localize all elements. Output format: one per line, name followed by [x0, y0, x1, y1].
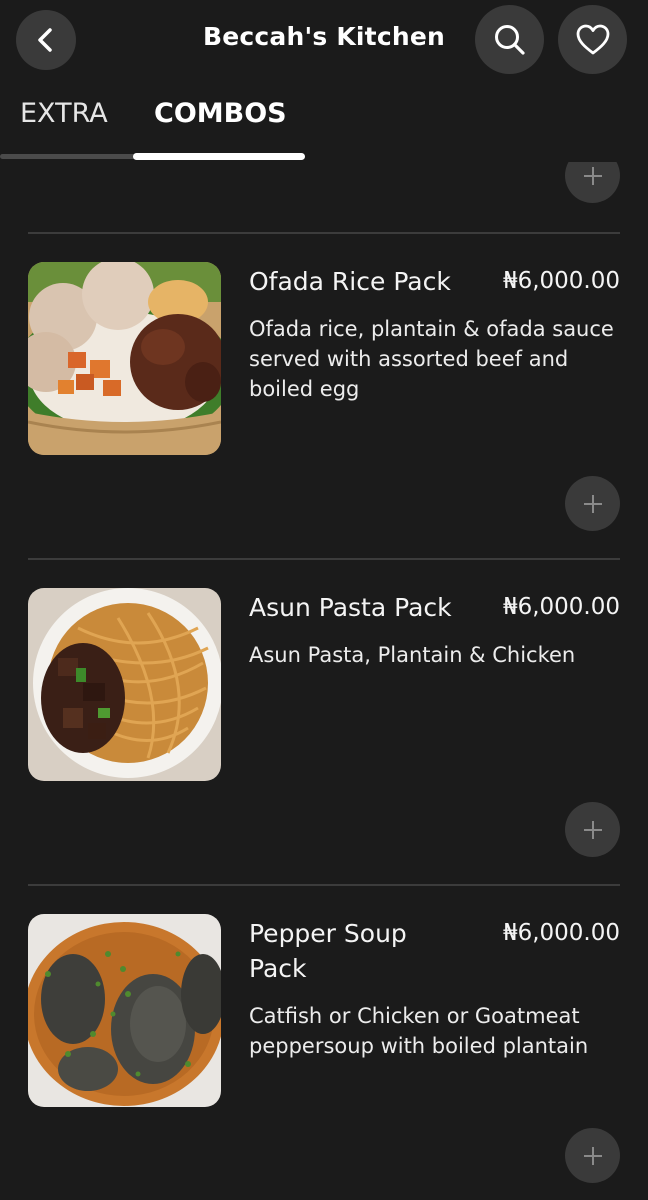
- chevron-left-icon: [38, 28, 52, 52]
- item-description: Catfish or Chicken or Goatmeat peppersou…: [249, 1004, 589, 1058]
- back-button[interactable]: [16, 10, 76, 70]
- add-button[interactable]: [565, 162, 620, 203]
- item-name: Ofada Rice Pack: [249, 267, 451, 296]
- menu-list[interactable]: Ofada Rice Pack ₦6,000.00 Ofada rice, pl…: [0, 162, 648, 1200]
- plus-icon: [583, 166, 602, 185]
- item-name: Pepper Soup Pack: [249, 919, 407, 983]
- favorite-button[interactable]: [558, 5, 627, 74]
- page-title: Beccah's Kitchen: [202, 22, 446, 51]
- tab-combos[interactable]: COMBOS: [154, 98, 287, 129]
- search-icon: [494, 24, 525, 55]
- item-description: Asun Pasta, Plantain & Chicken: [249, 643, 576, 667]
- item-price: ₦6,000.00: [502, 268, 620, 294]
- add-button[interactable]: [565, 1128, 620, 1183]
- plus-icon: [583, 1146, 602, 1165]
- menu-item[interactable]: Pepper Soup Pack ₦6,000.00 Catfish or Ch…: [0, 886, 648, 1200]
- plus-icon: [583, 494, 602, 513]
- tab-active-indicator: [133, 153, 305, 160]
- food-image-asun-pasta: [28, 588, 221, 781]
- add-button[interactable]: [565, 802, 620, 857]
- search-button[interactable]: [475, 5, 544, 74]
- add-button[interactable]: [565, 476, 620, 531]
- heart-icon: [576, 24, 609, 54]
- plus-icon: [583, 820, 602, 839]
- header: Beccah's Kitchen: [0, 0, 648, 80]
- category-tabs: EXTRA COMBOS: [0, 90, 648, 162]
- tab-extra[interactable]: EXTRA: [20, 98, 108, 129]
- food-image-pepper-soup: [28, 914, 221, 1107]
- menu-item[interactable]: Asun Pasta Pack ₦6,000.00 Asun Pasta, Pl…: [0, 560, 648, 886]
- item-price: ₦6,000.00: [502, 920, 620, 946]
- menu-item[interactable]: Ofada Rice Pack ₦6,000.00 Ofada rice, pl…: [0, 234, 648, 560]
- item-name: Asun Pasta Pack: [249, 593, 452, 622]
- food-image-ofada-rice: [28, 262, 221, 455]
- item-price: ₦6,000.00: [502, 594, 620, 620]
- item-description: Ofada rice, plantain & ofada sauce serve…: [249, 317, 614, 401]
